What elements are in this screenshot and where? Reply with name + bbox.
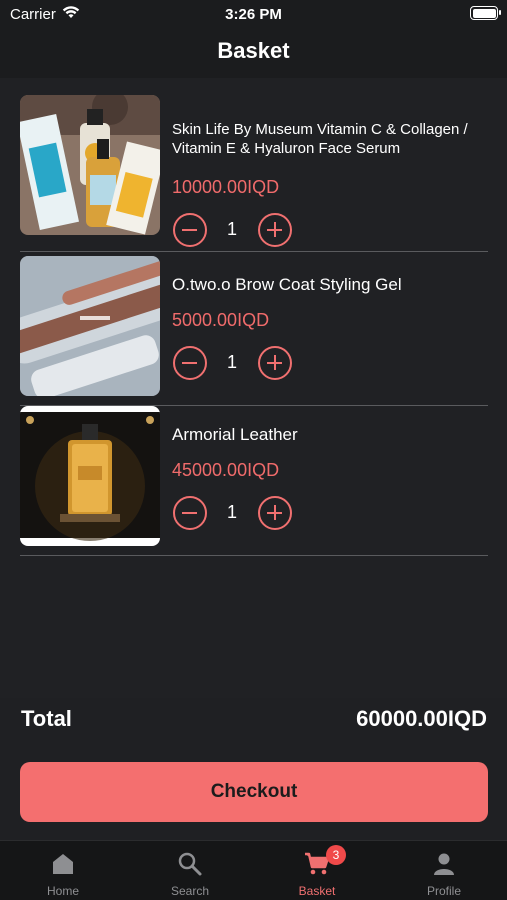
- basket-item[interactable]: Skin Life By Museum Vitamin C & Collagen…: [20, 95, 488, 252]
- basket-item[interactable]: Armorial Leather 45000.00IQD 1: [20, 406, 488, 556]
- decrease-quantity-button[interactable]: [173, 213, 207, 247]
- product-price: 10000.00IQD: [172, 177, 280, 197]
- nav-header: Basket: [0, 28, 507, 78]
- status-bar: Carrier 3:26 PM: [0, 0, 507, 28]
- increase-quantity-button[interactable]: [258, 346, 292, 380]
- person-icon: [434, 853, 454, 875]
- tab-home[interactable]: Home: [0, 841, 126, 900]
- product-image-serum[interactable]: [20, 95, 160, 235]
- total-value: 60000.00IQD: [356, 706, 487, 731]
- increase-quantity-button[interactable]: [258, 496, 292, 530]
- quantity-value: 1: [226, 219, 237, 239]
- search-icon: [178, 852, 202, 876]
- tab-label: Basket: [298, 884, 336, 898]
- total-label: Total: [21, 706, 72, 731]
- tab-basket[interactable]: 3 Basket: [254, 841, 380, 900]
- tab-search[interactable]: Search: [127, 841, 253, 900]
- quantity-value: 1: [226, 352, 237, 372]
- decrease-quantity-button[interactable]: [173, 496, 207, 530]
- quantity-value: 1: [226, 502, 237, 522]
- status-time: 3:26 PM: [225, 6, 282, 23]
- tab-label: Home: [46, 884, 79, 898]
- product-price: 45000.00IQD: [172, 460, 280, 480]
- product-name: Armorial Leather: [172, 425, 298, 444]
- home-icon: [53, 854, 73, 874]
- cart-count-badge: 3: [326, 845, 346, 865]
- checkout-button[interactable]: Checkout: [20, 762, 488, 822]
- product-price: 5000.00IQD: [172, 310, 270, 330]
- tab-label: Profile: [426, 884, 461, 898]
- increase-quantity-button[interactable]: [258, 213, 292, 247]
- battery-icon: [470, 6, 501, 20]
- tab-bar: Home Search 3 Basket Profile: [0, 840, 507, 900]
- page-title: Basket: [217, 38, 290, 63]
- tab-profile[interactable]: Profile: [381, 841, 507, 900]
- tab-label: Search: [170, 884, 210, 898]
- basket-list: Skin Life By Museum Vitamin C & Collagen…: [0, 78, 507, 698]
- product-image-brow-gel[interactable]: [20, 256, 160, 396]
- product-name: O.two.o Brow Coat Styling Gel: [172, 275, 402, 294]
- product-name: Skin Life By Museum Vitamin C & Collagen…: [172, 121, 468, 157]
- decrease-quantity-button[interactable]: [173, 346, 207, 380]
- basket-item[interactable]: O.two.o Brow Coat Styling Gel 5000.00IQD…: [20, 256, 488, 406]
- product-image-perfume[interactable]: [20, 406, 160, 546]
